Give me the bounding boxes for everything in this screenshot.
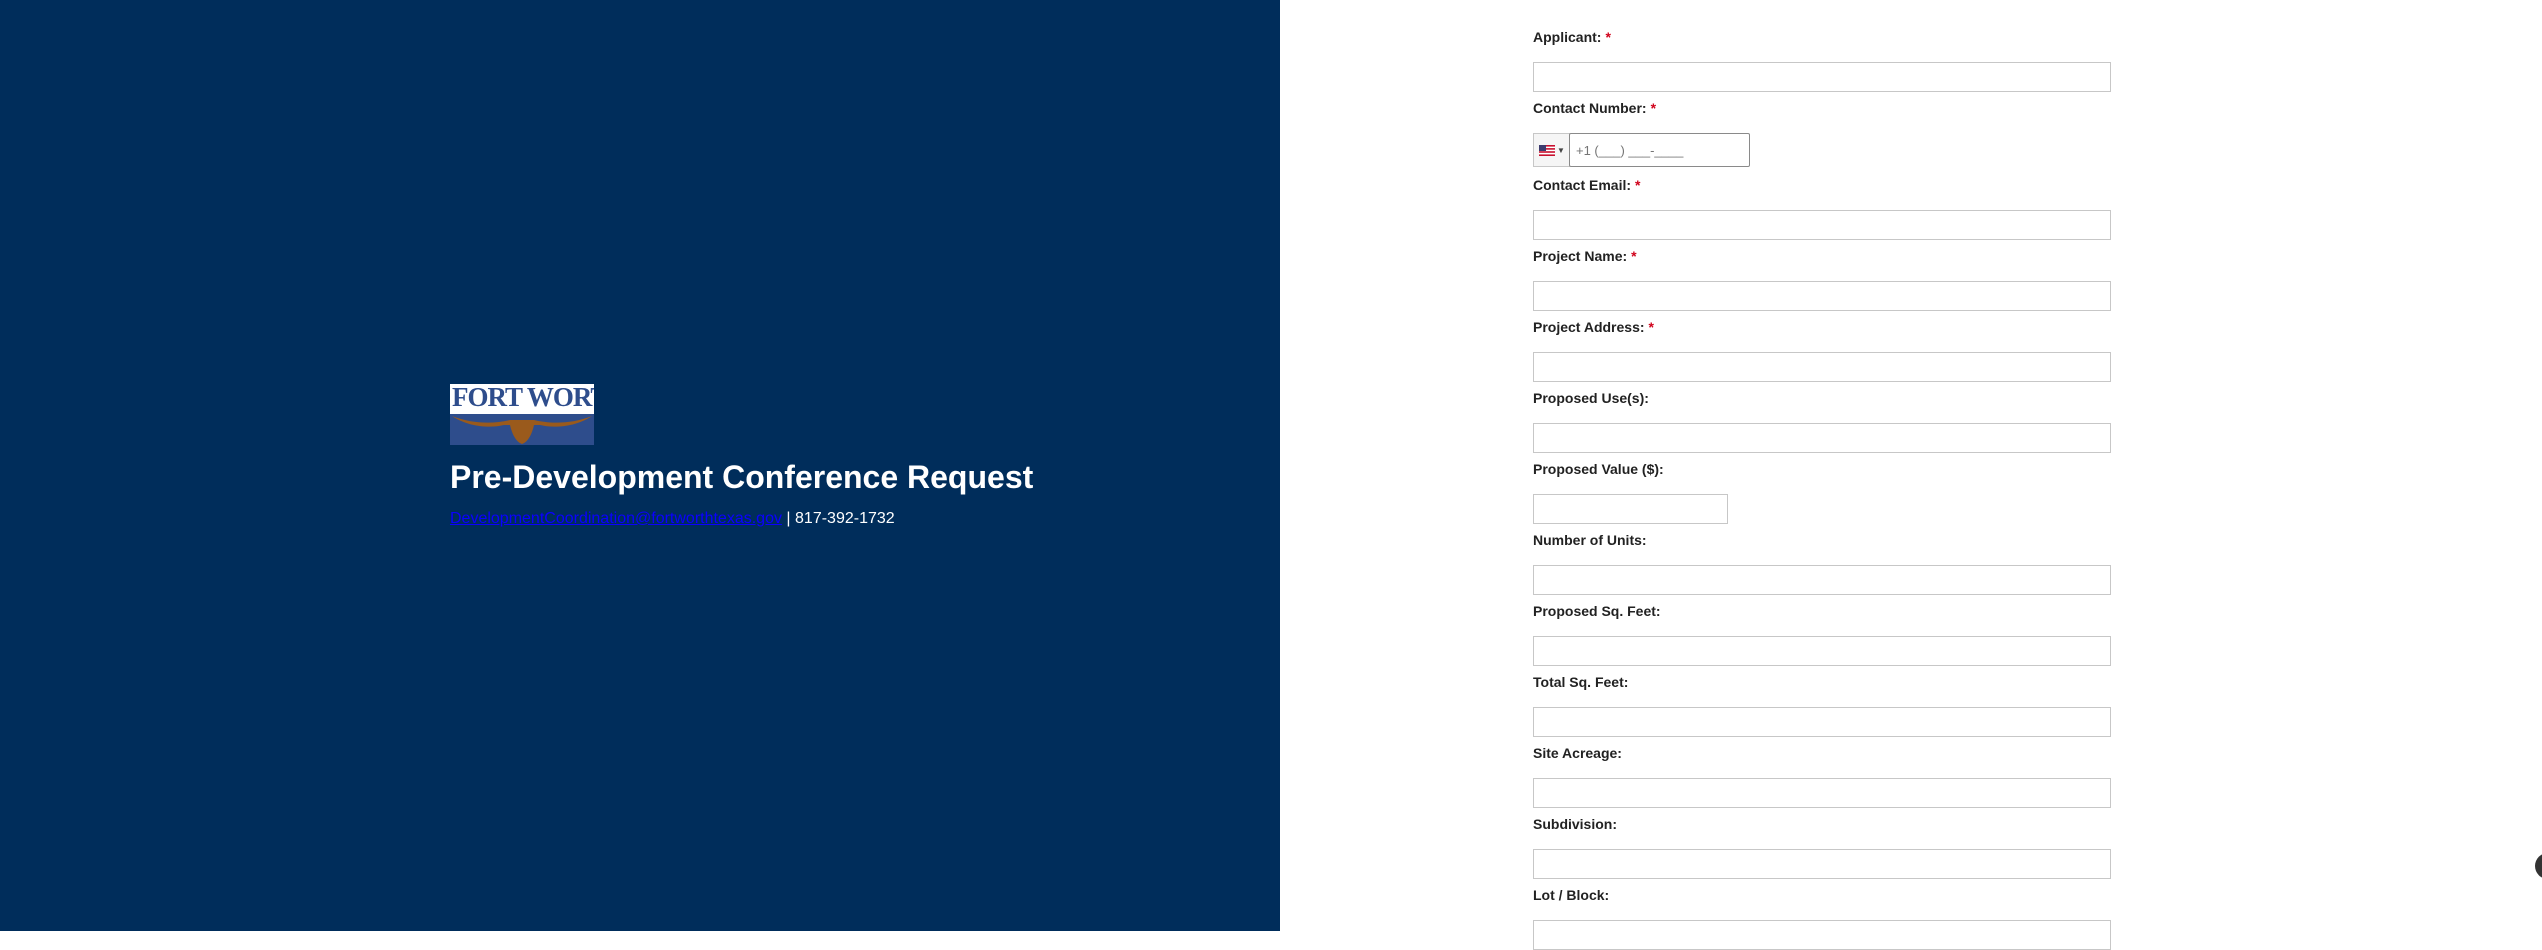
- longhorn-icon: [450, 414, 594, 445]
- field-project-name: Project Name: *: [1533, 247, 2111, 311]
- field-project-address: Project Address: *: [1533, 318, 2111, 382]
- required-mark: *: [1650, 100, 1657, 116]
- contact-phone: 817-392-1732: [795, 510, 895, 527]
- required-mark: *: [1631, 248, 1637, 264]
- required-mark: *: [1635, 177, 1641, 193]
- number-of-units-label: Number of Units:: [1533, 532, 1647, 548]
- field-lot-block: Lot / Block:: [1533, 886, 2111, 950]
- proposed-value-input[interactable]: [1533, 494, 1728, 524]
- total-sq-feet-input[interactable]: [1533, 707, 2111, 737]
- contact-email-link[interactable]: DevelopmentCoordination@fortworthtexas.g…: [450, 510, 782, 527]
- field-subdivision: Subdivision:: [1533, 815, 2111, 879]
- applicant-input[interactable]: [1533, 62, 2111, 92]
- field-total-sq-feet: Total Sq. Feet:: [1533, 673, 2111, 737]
- brand-block: FORT WORTH® Pre-Development Conference R…: [450, 384, 1033, 528]
- site-acreage-input[interactable]: [1533, 778, 2111, 808]
- field-proposed-value: Proposed Value ($):: [1533, 460, 2111, 524]
- contact-number-label: Contact Number:: [1533, 100, 1647, 116]
- chevron-down-icon: ▼: [1557, 145, 1565, 155]
- total-sq-feet-label: Total Sq. Feet:: [1533, 674, 1629, 690]
- project-address-input[interactable]: [1533, 352, 2111, 382]
- proposed-sq-feet-label: Proposed Sq. Feet:: [1533, 603, 1661, 619]
- contact-email-input[interactable]: [1533, 210, 2111, 240]
- separator: |: [786, 510, 791, 527]
- project-name-label: Project Name:: [1533, 248, 1628, 264]
- proposed-sq-feet-input[interactable]: [1533, 636, 2111, 666]
- field-proposed-sq-feet: Proposed Sq. Feet:: [1533, 602, 2111, 666]
- field-site-acreage: Site Acreage:: [1533, 744, 2111, 808]
- proposed-value-label: Proposed Value ($):: [1533, 461, 1664, 477]
- form-panel: Applicant: * Contact Number: * ▼ +1 (___…: [1280, 0, 2542, 950]
- us-flag-icon: [1539, 144, 1556, 156]
- proposed-uses-input[interactable]: [1533, 423, 2111, 453]
- subdivision-input[interactable]: [1533, 849, 2111, 879]
- subdivision-label: Subdivision:: [1533, 816, 1617, 832]
- left-panel: FORT WORTH® Pre-Development Conference R…: [0, 0, 1280, 931]
- applicant-label: Applicant:: [1533, 29, 1602, 45]
- field-number-of-units: Number of Units:: [1533, 531, 2111, 595]
- logo-wordmark: FORT WORTH®: [452, 384, 594, 412]
- page-title: Pre-Development Conference Request: [450, 459, 1034, 495]
- fort-worth-logo: FORT WORTH®: [450, 384, 594, 445]
- site-acreage-label: Site Acreage:: [1533, 745, 1622, 761]
- contact-email-label: Contact Email:: [1533, 177, 1632, 193]
- project-address-label: Project Address:: [1533, 319, 1645, 335]
- contact-line: DevelopmentCoordination@fortworthtexas.g…: [450, 510, 1033, 528]
- country-selector[interactable]: ▼: [1533, 133, 1570, 167]
- field-contact-number: Contact Number: * ▼: [1533, 99, 2111, 167]
- required-mark: *: [1605, 29, 1611, 45]
- proposed-uses-label: Proposed Use(s):: [1533, 390, 1649, 406]
- project-name-input[interactable]: [1533, 281, 2111, 311]
- contact-number-input[interactable]: [1569, 133, 1750, 167]
- field-contact-email: Contact Email: *: [1533, 176, 2111, 240]
- field-proposed-uses: Proposed Use(s):: [1533, 389, 2111, 453]
- number-of-units-input[interactable]: [1533, 565, 2111, 595]
- required-mark: *: [1648, 319, 1654, 335]
- field-applicant: Applicant: *: [1533, 28, 2111, 92]
- lot-block-label: Lot / Block:: [1533, 887, 1610, 903]
- lot-block-input[interactable]: [1533, 920, 2111, 950]
- phone-field: ▼: [1533, 133, 1750, 167]
